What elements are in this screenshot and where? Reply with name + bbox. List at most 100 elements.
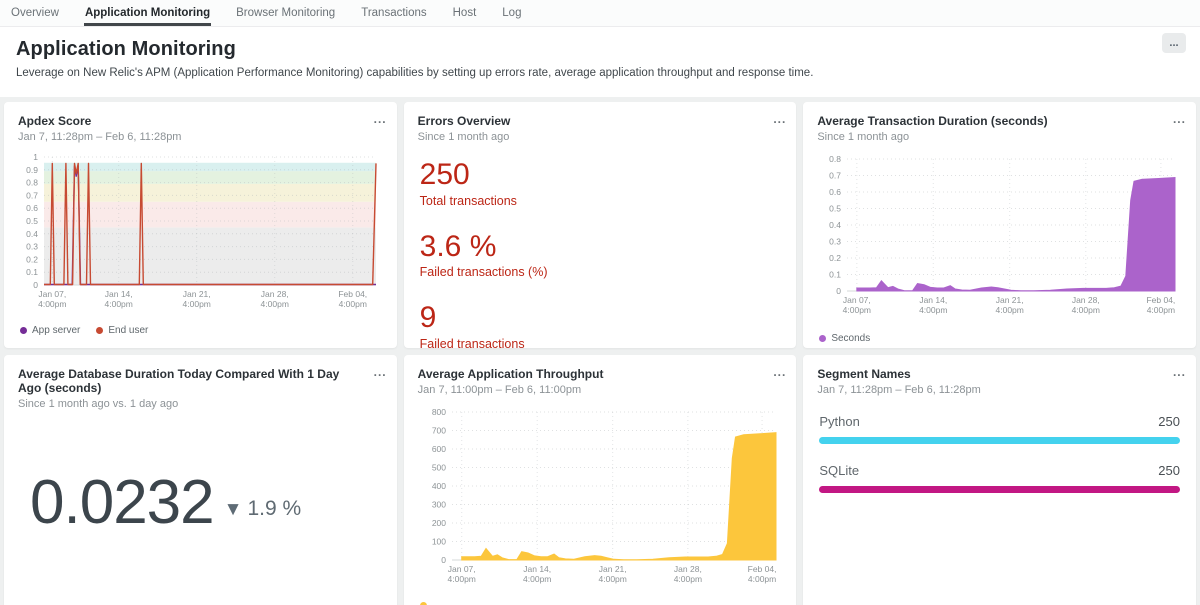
tab-bar: Overview Application Monitoring Browser … [0,0,1200,27]
svg-text:4:00pm: 4:00pm [261,299,289,309]
tab-log[interactable]: Log [501,0,522,26]
more-options-icon[interactable]: ... [374,365,387,379]
svg-text:Jan 14,: Jan 14, [105,289,133,299]
svg-text:Jan 28,: Jan 28, [261,289,289,299]
tab-transactions[interactable]: Transactions [360,0,427,26]
svg-text:Jan 07,: Jan 07, [843,295,871,305]
metric-value: 3.6 % [420,231,783,263]
legend-dot-icon [819,335,826,342]
metric-total-transactions: 250 Total transactions [420,159,783,208]
card-title: Errors Overview [418,114,783,128]
svg-text:Jan 21,: Jan 21, [183,289,211,299]
svg-text:Feb 04,: Feb 04, [338,289,367,299]
svg-text:0.1: 0.1 [830,270,842,280]
segment-value: 250 [1158,463,1180,478]
legend-label: Seconds [831,333,870,344]
more-options-icon[interactable]: ... [1173,112,1186,126]
page-title: Application Monitoring [16,38,1184,61]
tab-overview[interactable]: Overview [10,0,60,26]
svg-text:0.7: 0.7 [830,171,842,181]
card-subtitle: Jan 7, 11:28pm – Feb 6, 11:28pm [817,384,1182,396]
more-options-icon[interactable]: ... [773,365,786,379]
svg-text:200: 200 [431,518,445,528]
card-subtitle: Since 1 month ago vs. 1 day ago [18,398,383,410]
legend-label: End user [108,325,148,336]
svg-text:4:00pm: 4:00pm [598,574,626,584]
tab-application-monitoring[interactable]: Application Monitoring [84,0,211,26]
card-segment-names: Segment Names Jan 7, 11:28pm – Feb 6, 11… [803,355,1196,605]
svg-text:600: 600 [431,444,445,454]
svg-text:Feb 04,: Feb 04, [1147,295,1176,305]
card-title: Segment Names [817,367,1182,381]
svg-text:0.6: 0.6 [26,203,38,213]
svg-text:1: 1 [33,152,38,162]
more-options-icon[interactable]: ... [1173,365,1186,379]
svg-text:400: 400 [431,481,445,491]
svg-text:0.5: 0.5 [26,216,38,226]
svg-text:0.8: 0.8 [26,178,38,188]
segment-name: Python [819,414,859,429]
legend-item[interactable]: App server [20,325,80,336]
svg-text:0.4: 0.4 [830,220,842,230]
card-title: Average Transaction Duration (seconds) [817,114,1182,128]
legend-label: App server [32,325,80,336]
svg-text:0.8: 0.8 [830,154,842,164]
svg-text:0.4: 0.4 [26,229,38,239]
throughput-chart[interactable]: 8007006005004003002001000Jan 07,4:00pmJa… [418,404,783,595]
legend-item[interactable]: Seconds [819,333,870,344]
legend-item[interactable]: End user [96,325,148,336]
svg-text:Jan 21,: Jan 21, [598,564,626,574]
svg-text:Jan 28,: Jan 28, [674,564,702,574]
svg-text:Jan 07,: Jan 07, [38,289,66,299]
svg-text:4:00pm: 4:00pm [1072,305,1100,315]
segment-row-python: Python 250 [819,414,1180,444]
svg-text:Jan 21,: Jan 21, [996,295,1024,305]
svg-text:4:00pm: 4:00pm [105,299,133,309]
metric-value: 9 [420,302,783,334]
svg-text:300: 300 [431,500,445,510]
svg-text:4:00pm: 4:00pm [843,305,871,315]
metric-label: Total transactions [420,194,783,208]
page-header: Application Monitoring Leverage on New R… [0,27,1200,97]
segment-bar[interactable] [819,486,1180,493]
metric-label: Failed transactions (%) [420,265,783,279]
card-subtitle: Jan 7, 11:00pm – Feb 6, 11:00pm [418,384,783,396]
svg-text:0.3: 0.3 [830,237,842,247]
more-options-icon[interactable]: ... [374,112,387,126]
svg-text:4:00pm: 4:00pm [673,574,701,584]
card-subtitle: Jan 7, 11:28pm – Feb 6, 11:28pm [18,131,383,143]
svg-text:4:00pm: 4:00pm [996,305,1024,315]
segment-row-sqlite: SQLite 250 [819,463,1180,493]
transaction-duration-chart[interactable]: 0.80.70.60.50.40.30.20.10Jan 07,4:00pmJa… [817,151,1182,326]
svg-text:4:00pm: 4:00pm [38,299,66,309]
svg-text:0.3: 0.3 [26,242,38,252]
metric-value: 250 [420,159,783,191]
svg-text:0.7: 0.7 [26,190,38,200]
svg-text:Jan 14,: Jan 14, [523,564,551,574]
svg-text:4:00pm: 4:00pm [447,574,475,584]
svg-text:0.9: 0.9 [26,165,38,175]
big-number-value: 0.0232 [30,472,214,534]
card-apdex-score: Apdex Score Jan 7, 11:28pm – Feb 6, 11:2… [4,102,397,348]
tab-host[interactable]: Host [452,0,478,26]
svg-text:100: 100 [431,537,445,547]
apdex-chart[interactable]: 10.90.80.70.60.50.40.30.20.10Jan 07,4:00… [18,151,383,318]
errors-metrics: 250 Total transactions 3.6 % Failed tran… [418,159,783,348]
segment-value: 250 [1158,414,1180,429]
svg-text:Jan 07,: Jan 07, [447,564,475,574]
segment-bar[interactable] [819,437,1180,444]
segment-name: SQLite [819,463,859,478]
card-subtitle: Since 1 month ago [817,131,1182,143]
tab-browser-monitoring[interactable]: Browser Monitoring [235,0,336,26]
metric-label: Failed transactions [420,337,783,349]
card-avg-database-duration: Average Database Duration Today Compared… [4,355,397,605]
svg-text:4:00pm: 4:00pm [183,299,211,309]
svg-text:0: 0 [441,555,446,565]
card-errors-overview: Errors Overview Since 1 month ago ... 25… [404,102,797,348]
page-more-options-icon[interactable]: ... [1162,33,1186,53]
card-subtitle: Since 1 month ago [418,131,783,143]
more-options-icon[interactable]: ... [773,112,786,126]
segment-list: Python 250 SQLite 250 [817,414,1182,493]
page-subtitle: Leverage on New Relic's APM (Application… [16,67,1184,79]
svg-text:0.2: 0.2 [830,253,842,263]
